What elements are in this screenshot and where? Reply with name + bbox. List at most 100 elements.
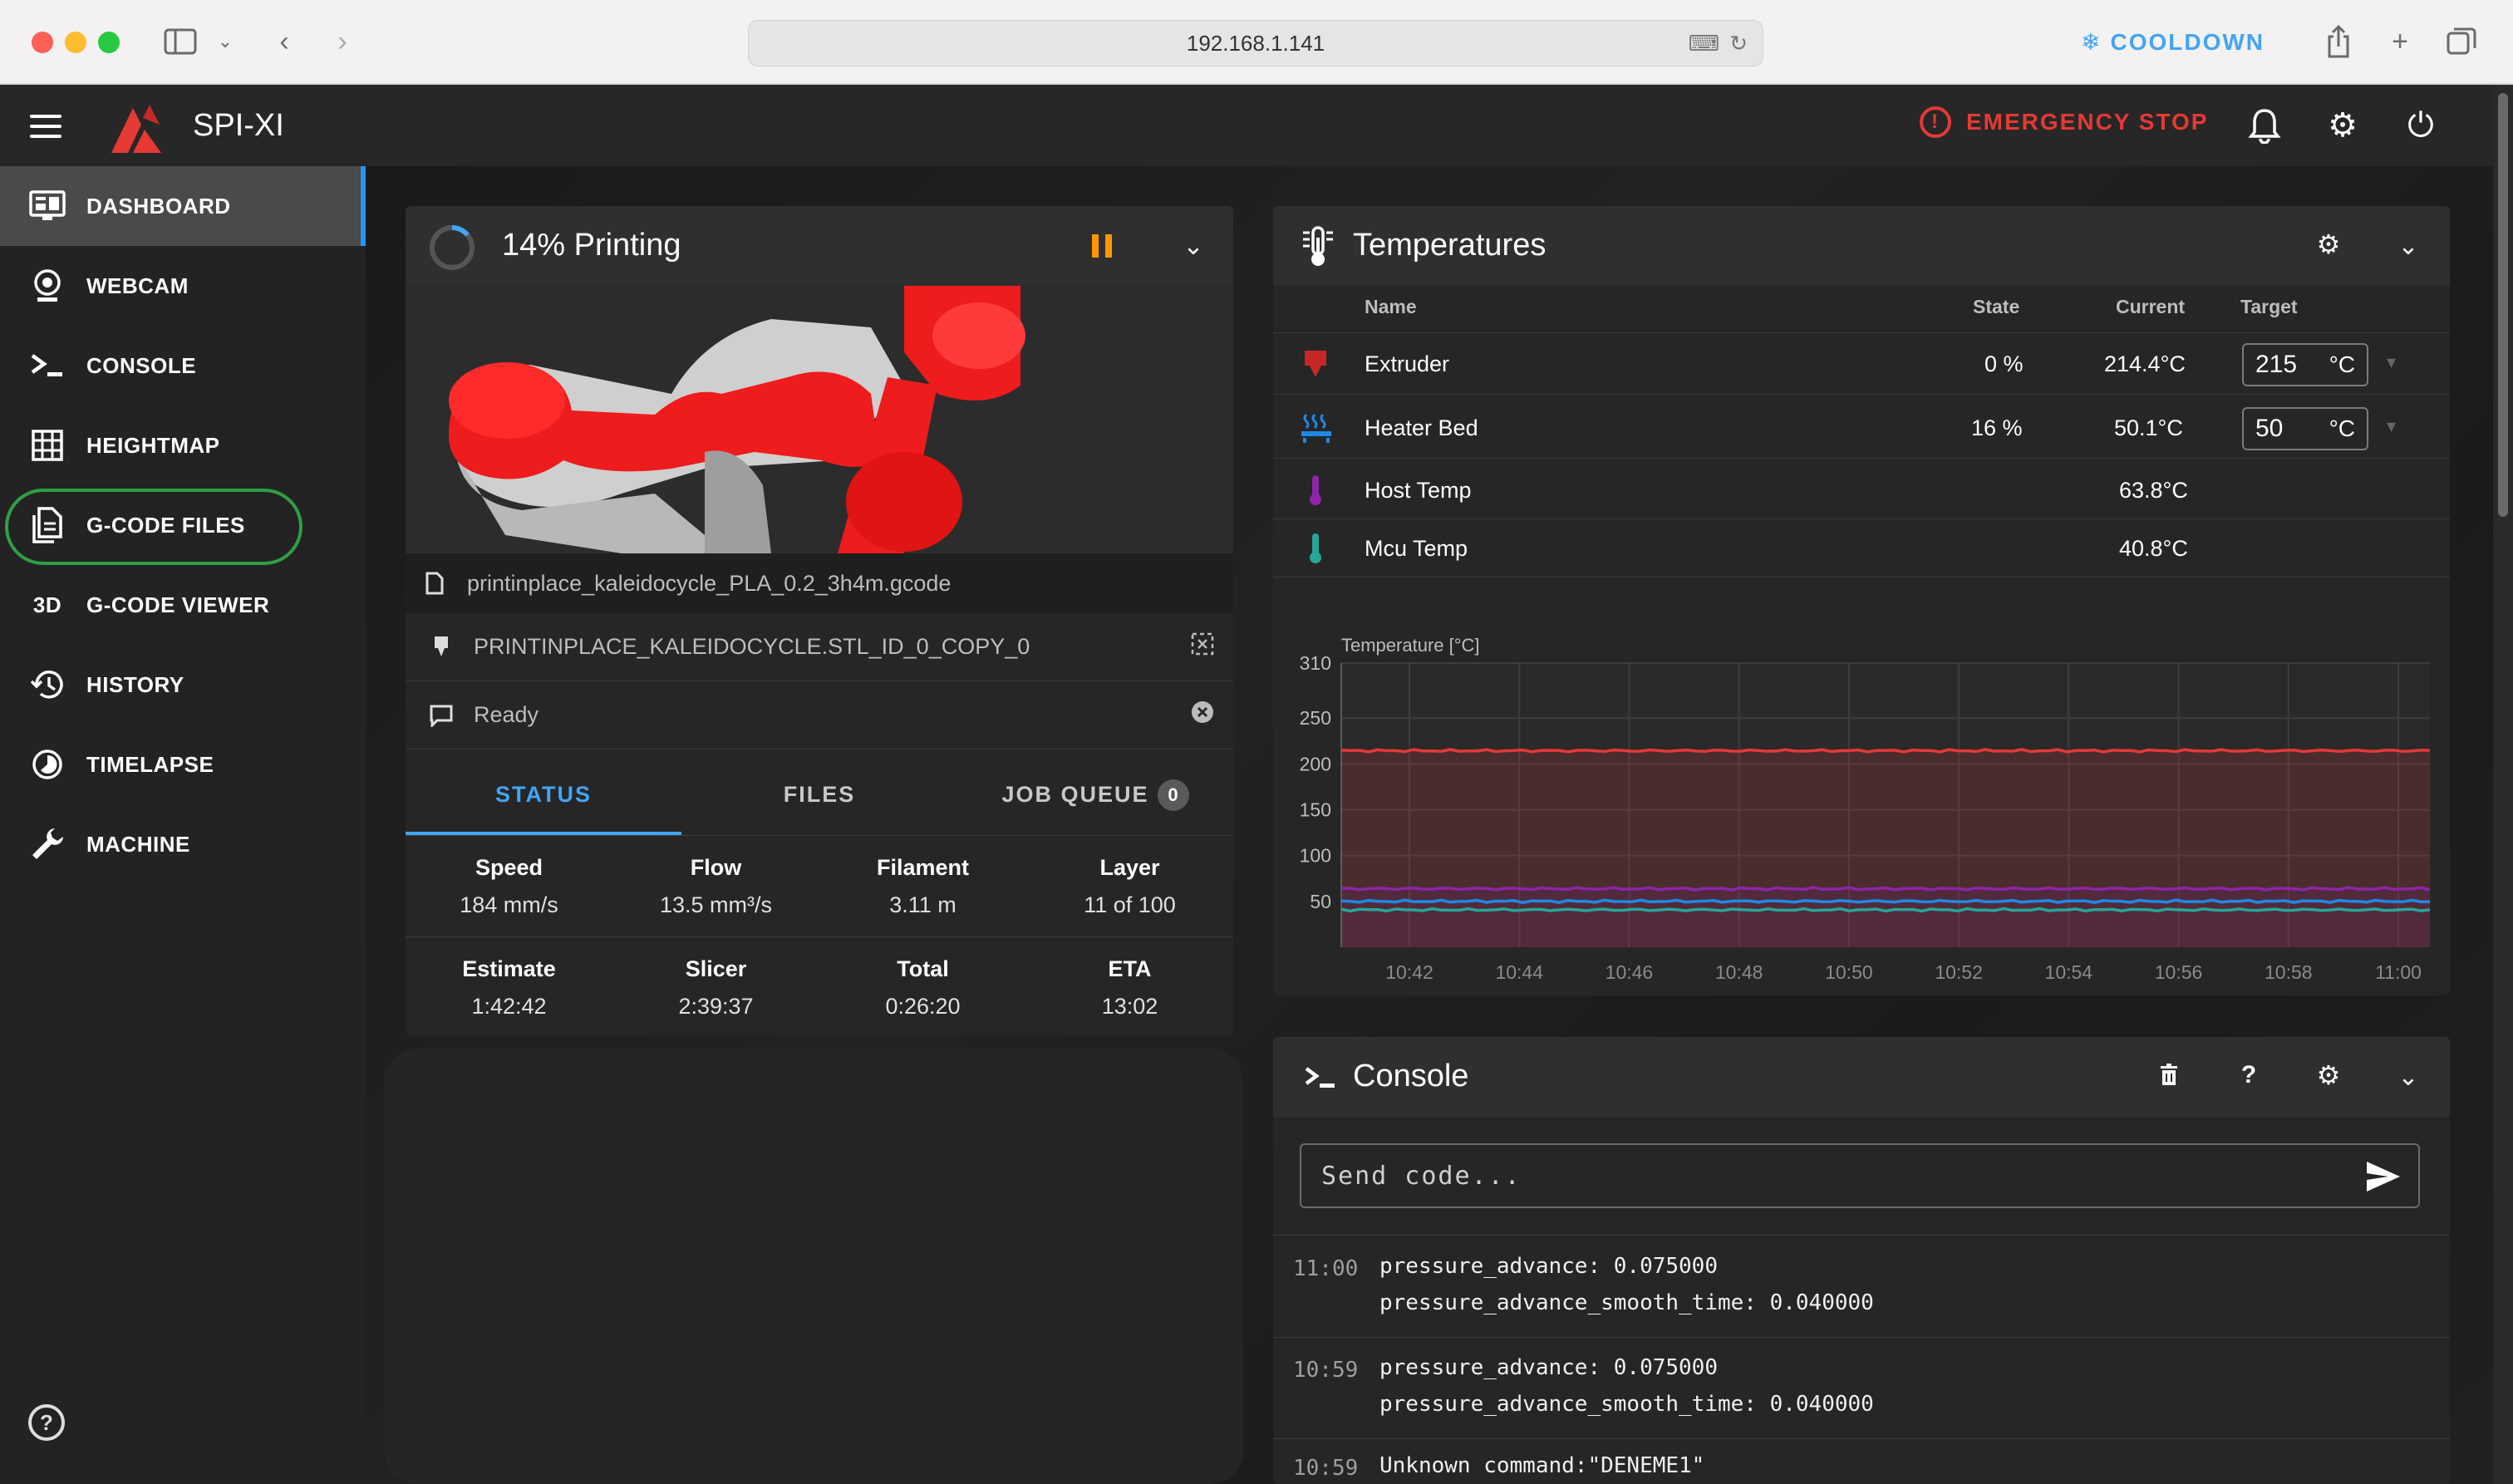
heater-bed-icon: [1300, 397, 1333, 459]
print-status-header: 14% Printing ⌄: [406, 206, 1233, 286]
bell-icon[interactable]: [2244, 105, 2285, 146]
exclude-object-icon[interactable]: [1190, 631, 1215, 662]
tabs-overview-icon[interactable]: [2443, 23, 2480, 60]
target-temp-input[interactable]: 215 °C: [2242, 343, 2368, 386]
grid-icon: [28, 426, 66, 464]
table-row[interactable]: Heater Bed 16 % 50.1°C 50 °C ▾: [1273, 397, 2450, 459]
emergency-stop-button[interactable]: ! EMERGENCY STOP: [1920, 106, 2208, 138]
chevron-down-icon[interactable]: ⌄: [1177, 229, 1210, 263]
console-input-placeholder: Send code...: [1321, 1161, 1522, 1191]
url-text: 192.168.1.141: [1186, 30, 1325, 56]
minimize-window-button[interactable]: [65, 32, 86, 53]
log-message: Unknown command:"DENEME1": [1379, 1453, 1705, 1478]
sidebar-item-timelapse[interactable]: TIMELAPSE: [0, 725, 366, 804]
x-tick-label: 10:50: [1825, 961, 1873, 983]
app-title: SPI-XI: [193, 108, 284, 143]
thermometer-icon: [1306, 461, 1325, 519]
y-tick-label: 150: [1300, 799, 1331, 821]
target-temp-input[interactable]: 50 °C: [2242, 407, 2368, 450]
sidebar-item-label: WEBCAM: [86, 273, 189, 298]
y-tick-label: 100: [1300, 845, 1331, 867]
reload-icon[interactable]: ↻: [1729, 31, 1748, 57]
sidebar-toggle-icon[interactable]: [160, 23, 201, 60]
chevron-down-icon[interactable]: ⌄: [213, 23, 238, 60]
sensor-name: Host Temp: [1365, 477, 1472, 503]
sidebar-item-history[interactable]: HISTORY: [0, 645, 366, 725]
tab-job-queue[interactable]: JOB QUEUE 0: [957, 754, 1233, 835]
x-tick-label: 10:58: [2265, 961, 2313, 983]
stat-layer: Layer 11 of 100: [1084, 854, 1176, 917]
sidebar-item-label: HISTORY: [86, 671, 184, 697]
sidebar-item-label: TIMELAPSE: [86, 751, 214, 777]
trash-icon[interactable]: [2152, 1059, 2186, 1092]
temperature-chart-svg: Temperature [°C] 50 100 150 200 250 310 10:42 10…: [1300, 635, 2431, 983]
history-icon: [28, 666, 66, 704]
gear-icon[interactable]: ⚙: [2312, 228, 2345, 261]
sidebar-item-gcode-files[interactable]: G-CODE FILES: [0, 485, 366, 565]
close-window-button[interactable]: [32, 32, 53, 53]
log-message: pressure_advance: 0.075000 pressure_adva…: [1379, 1355, 1874, 1417]
cooldown-label: COOLDOWN: [2110, 28, 2265, 55]
sidebar-item-webcam[interactable]: WEBCAM: [0, 246, 366, 326]
sidebar-item-dashboard[interactable]: DASHBOARD: [0, 166, 366, 246]
menu-icon[interactable]: [30, 115, 61, 138]
page-scrollbar[interactable]: [2493, 85, 2513, 1484]
table-row[interactable]: Extruder 0 % 214.4°C 215 °C ▾: [1273, 333, 2450, 395]
sidebar: DASHBOARD WEBCAM CONSOLE HEIGHTMAP G-COD…: [0, 166, 366, 1484]
sidebar-item-heightmap[interactable]: HEIGHTMAP: [0, 405, 366, 485]
chevron-down-icon[interactable]: ⌄: [2392, 229, 2425, 263]
settings-gears-icon[interactable]: ⚙: [2322, 105, 2363, 146]
send-icon[interactable]: [2365, 1160, 2402, 1193]
gear-icon[interactable]: ⚙: [2312, 1059, 2345, 1092]
chevron-down-icon[interactable]: ⌄: [2392, 1060, 2425, 1093]
heater-state: 16 %: [1971, 415, 2023, 440]
sidebar-item-gcode-viewer[interactable]: 3D G-CODE VIEWER: [0, 565, 366, 645]
console-title: Console: [1353, 1059, 1469, 1093]
tab-status[interactable]: STATUS: [406, 754, 681, 835]
x-tick-label: 10:44: [1495, 961, 1543, 983]
power-icon[interactable]: ⏻: [2400, 105, 2442, 146]
status-message-row: Ready: [406, 681, 1233, 749]
forward-icon[interactable]: ›: [326, 23, 359, 60]
pause-icon[interactable]: [1092, 234, 1112, 258]
x-tick-label: 10:42: [1385, 961, 1434, 983]
new-tab-icon[interactable]: +: [2382, 23, 2418, 60]
back-icon[interactable]: ‹: [268, 23, 301, 60]
print-progress-title: 14% Printing: [502, 228, 681, 263]
tab-files[interactable]: FILES: [681, 754, 957, 835]
column-header-state: State: [1973, 296, 2020, 317]
column-header-name: Name: [1365, 296, 1417, 317]
current-object-row: PRINTINPLACE_KALEIDOCYCLE.STL_ID_0_COPY_…: [406, 613, 1233, 681]
alert-circle-icon: !: [1920, 106, 1951, 138]
sensor-name: Mcu Temp: [1365, 535, 1468, 561]
address-bar[interactable]: 192.168.1.141 ⌨ ↻: [748, 20, 1763, 66]
console-icon: [1305, 1067, 1335, 1088]
stat-filament: Filament 3.11 m: [876, 854, 970, 917]
share-icon[interactable]: [2320, 23, 2357, 60]
status-message: Ready: [474, 702, 539, 727]
close-circle-icon[interactable]: [1190, 700, 1215, 730]
help-icon[interactable]: ?: [28, 1404, 65, 1441]
sidebar-item-machine[interactable]: MACHINE: [0, 804, 366, 884]
x-tick-label: 10:48: [1715, 961, 1763, 983]
cooldown-button[interactable]: ❄ COOLDOWN: [2081, 28, 2265, 56]
chevron-down-icon[interactable]: ▾: [2387, 351, 2396, 373]
file-icon: [420, 572, 449, 595]
sidebar-item-console[interactable]: CONSOLE: [0, 326, 366, 405]
temperature-chart: Temperature [°C] 50 100 150 200 250 310 10:42 10…: [1273, 582, 2450, 994]
gcode-filename-row[interactable]: printinplace_kaleidocycle_PLA_0.2_3h4m.g…: [406, 553, 1233, 613]
y-axis-label: Temperature [°C]: [1341, 635, 1480, 656]
scrollbar-thumb[interactable]: [2498, 93, 2508, 517]
maximize-window-button[interactable]: [98, 32, 120, 53]
console-command-input[interactable]: Send code...: [1300, 1143, 2420, 1208]
chevron-down-icon[interactable]: ▾: [2387, 415, 2396, 437]
console-header: Console: [1273, 1037, 2450, 1117]
sidebar-item-label: G-CODE FILES: [86, 512, 245, 538]
question-icon[interactable]: ?: [2232, 1059, 2265, 1092]
heater-current: 214.4°C: [2104, 351, 2186, 376]
file-document-icon: [28, 506, 66, 544]
translate-icon[interactable]: ⌨: [1689, 31, 1720, 57]
wrench-icon: [28, 825, 66, 863]
print-tabs: STATUS FILES JOB QUEUE 0: [406, 754, 1233, 836]
console-log-entry: 10:59 pressure_advance: 0.075000 pressur…: [1273, 1339, 2450, 1439]
